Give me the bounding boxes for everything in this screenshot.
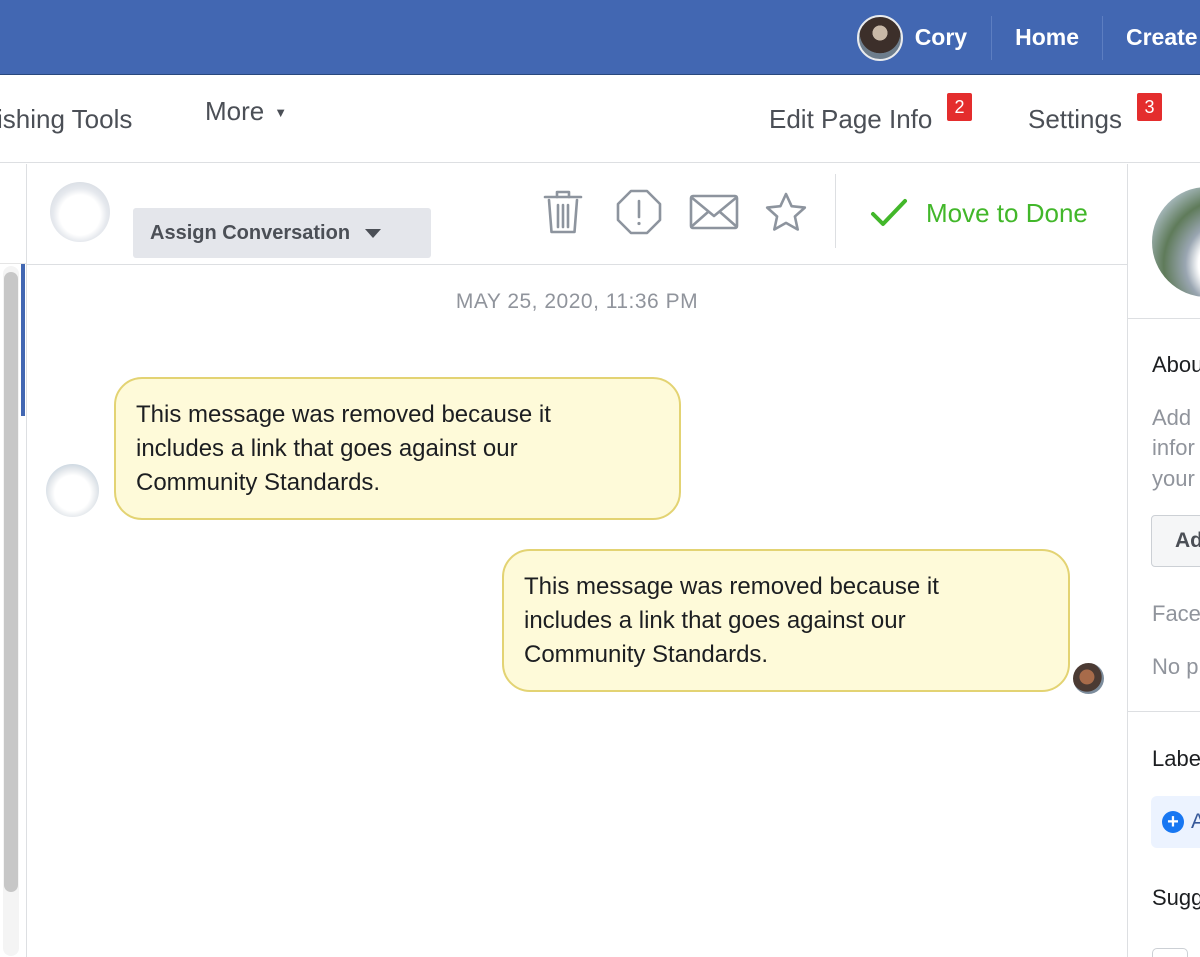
add-label-text: A [1191, 810, 1200, 834]
profile-name: Cory [914, 24, 968, 50]
star-icon[interactable] [760, 186, 812, 238]
message-timestamp: MAY 25, 2020, 11:36 PM [455, 290, 699, 313]
divider [1128, 318, 1200, 319]
conversation-header: Assign Conversation Move to Done [27, 164, 1127, 265]
header-divider [835, 174, 836, 248]
top-nav-links: Cory Home Create [856, 0, 1200, 75]
create-link[interactable]: Create [1103, 16, 1200, 60]
move-to-done-button[interactable]: Move to Done [870, 190, 1088, 236]
active-conversation-marker [21, 264, 25, 416]
divider [1128, 711, 1200, 712]
spam-alert-icon[interactable] [613, 186, 665, 238]
contact-info-panel: Abou Add infor your Ad Face No p Labe + … [1127, 164, 1200, 957]
message-line: This message was removed because it [136, 401, 551, 428]
home-link[interactable]: Home [992, 15, 1103, 60]
sender-avatar[interactable] [46, 464, 99, 517]
message-bubble-incoming[interactable]: This message was removed because it incl… [114, 377, 681, 520]
no-info-text: No p [1152, 654, 1199, 679]
tab-more[interactable]: More ▼ [205, 68, 287, 155]
avatar [856, 14, 903, 61]
about-heading: Abou [1152, 352, 1200, 377]
message-bubble-outgoing[interactable]: This message was removed because it incl… [502, 549, 1070, 692]
about-text: your [1152, 466, 1195, 491]
profile-link[interactable]: Cory [856, 14, 993, 61]
trash-icon[interactable] [537, 186, 589, 238]
page-navigation: ishing Tools More ▼ Edit Page Info 2 Set… [0, 76, 1200, 163]
tab-edit-page-info[interactable]: Edit Page Info [769, 76, 932, 163]
page-avatar [1073, 663, 1104, 694]
message-line: includes a link that goes against our [524, 607, 906, 634]
caret-down-icon: ▼ [274, 105, 288, 120]
contact-profile-photo[interactable] [1152, 187, 1200, 297]
dropdown-arrow-icon [365, 228, 382, 238]
facebook-label: Face [1152, 601, 1200, 626]
suggested-heading: Sugg [1152, 885, 1200, 910]
message-line: Community Standards. [524, 641, 769, 668]
assign-conversation-label: Assign Conversation [150, 221, 351, 244]
message-line: includes a link that goes against our [136, 435, 518, 462]
message-line: This message was removed because it [524, 573, 939, 600]
mail-icon[interactable] [688, 186, 740, 238]
assign-conversation-button[interactable]: Assign Conversation [133, 208, 431, 258]
add-label-button[interactable]: + A [1151, 796, 1200, 848]
checkbox[interactable] [1152, 948, 1188, 957]
tab-settings[interactable]: Settings [1028, 76, 1122, 163]
tab-more-label: More [205, 96, 265, 126]
notification-badge: 3 [1136, 92, 1163, 122]
tab-publishing-tools[interactable]: ishing Tools [0, 76, 132, 163]
about-text: Add [1152, 405, 1192, 430]
plus-icon: + [1162, 811, 1184, 833]
message-thread: MAY 25, 2020, 11:36 PM This message was … [27, 266, 1127, 957]
notification-badge: 2 [946, 92, 973, 122]
list-header [0, 164, 26, 264]
move-to-done-label: Move to Done [926, 197, 1088, 228]
top-navigation-bar: Cory Home Create [0, 0, 1200, 75]
contact-avatar[interactable] [50, 182, 110, 242]
labels-heading: Labe [1152, 746, 1200, 771]
checkmark-icon [871, 199, 907, 226]
scrollbar-thumb[interactable] [4, 272, 18, 892]
add-info-button[interactable]: Ad [1151, 515, 1200, 567]
message-line: Community Standards. [136, 469, 381, 496]
about-text: infor [1152, 435, 1195, 460]
